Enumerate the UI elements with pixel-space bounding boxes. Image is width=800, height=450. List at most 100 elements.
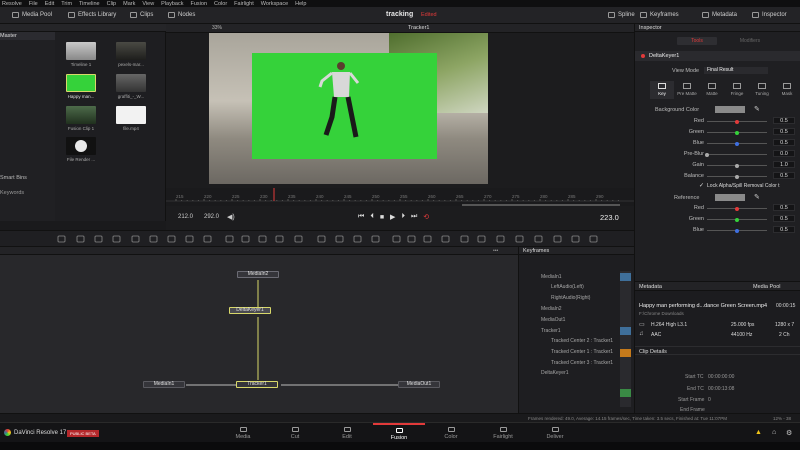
bin-master[interactable]: Master <box>0 32 55 40</box>
menu-file[interactable]: File <box>29 1 38 7</box>
key-param-value-field[interactable]: 0.5 <box>773 128 795 135</box>
tab-tools[interactable]: Tools <box>677 37 717 45</box>
key-param-slider[interactable] <box>707 163 767 168</box>
node-tracker1[interactable]: Tracker1 <box>236 381 278 388</box>
clip-thumbnail[interactable] <box>116 42 146 60</box>
node-enabled-icon[interactable] <box>641 54 645 58</box>
metadata-source[interactable]: Media Pool <box>753 284 781 290</box>
media-pool-button[interactable]: Media Pool <box>12 12 52 18</box>
reference-color-swatch[interactable] <box>715 194 745 201</box>
reference-eyedropper-icon[interactable]: ✎ <box>754 193 760 201</box>
key-param-slider[interactable] <box>707 119 767 124</box>
menu-clip[interactable]: Clip <box>107 1 116 7</box>
keyframe-track-label[interactable]: MediaIn1 <box>541 274 562 280</box>
view-mode-select[interactable]: Final Result <box>704 67 768 74</box>
clip-thumbnail[interactable] <box>116 74 146 92</box>
menu-mark[interactable]: Mark <box>123 1 135 7</box>
reference-param-slider[interactable] <box>707 206 767 211</box>
key-param-slider-handle[interactable] <box>705 152 709 157</box>
render-end[interactable]: 292.0 <box>204 214 219 220</box>
render-start[interactable]: 212.0 <box>178 214 193 220</box>
page-tab-cut[interactable]: Cut <box>269 423 321 443</box>
key-param-slider-handle[interactable] <box>735 163 739 168</box>
key-param-value-field[interactable]: 0.5 <box>773 117 795 124</box>
reference-param-slider[interactable] <box>707 228 767 233</box>
menu-resolve[interactable]: Resolve <box>2 1 22 7</box>
menu-trim[interactable]: Trim <box>61 1 72 7</box>
key-param-value-field[interactable]: 0.5 <box>773 139 795 146</box>
key-param-slider-handle[interactable] <box>735 174 739 179</box>
clip-thumbnail[interactable] <box>66 106 96 124</box>
reference-param-slider-handle[interactable] <box>735 217 739 222</box>
page-tab-deliver[interactable]: Deliver <box>529 423 581 443</box>
current-frame[interactable]: 223.0 <box>600 213 619 222</box>
clip-thumbnail[interactable] <box>66 42 96 60</box>
subtab-mask[interactable]: Mask <box>775 81 799 99</box>
inspector-button[interactable]: Inspector <box>752 12 787 18</box>
reference-param-slider-handle[interactable] <box>735 206 739 211</box>
menu-edit[interactable]: Edit <box>45 1 54 7</box>
keyframe-track-label[interactable]: LeftAudio(Left) <box>551 284 584 290</box>
stop-icon[interactable]: ■ <box>380 214 384 221</box>
step-back-icon[interactable]: ⏴ <box>370 213 374 221</box>
page-tab-color[interactable]: Color <box>425 423 477 443</box>
smart-bin-keywords[interactable]: Keywords <box>0 190 24 196</box>
smart-bins[interactable]: Smart Bins <box>0 175 27 181</box>
subtab-matte[interactable]: Matte <box>700 81 724 99</box>
zoom-level[interactable]: 33% <box>212 25 222 31</box>
home-icon[interactable]: ⌂ <box>772 429 776 436</box>
warning-icon[interactable]: ▲ <box>755 429 762 436</box>
key-param-slider-handle[interactable] <box>735 119 739 124</box>
reference-param-value-field[interactable]: 0.5 <box>773 226 795 233</box>
menu-fusion[interactable]: Fusion <box>191 1 208 7</box>
key-param-slider[interactable] <box>707 174 767 179</box>
reference-param-slider[interactable] <box>707 217 767 222</box>
page-tab-fusion[interactable]: Fusion <box>373 423 425 443</box>
keyframe-track-label[interactable]: Tracker1 <box>541 328 561 334</box>
fusion-tool-icons[interactable] <box>0 231 634 248</box>
key-param-slider-handle[interactable] <box>735 130 739 135</box>
page-tab-edit[interactable]: Edit <box>321 423 373 443</box>
keyframe-track-label[interactable]: DeltaKeyer1 <box>541 370 569 376</box>
menu-view[interactable]: View <box>142 1 154 7</box>
subtab-key[interactable]: Key <box>650 81 674 99</box>
metadata-button[interactable]: Metadata <box>702 12 737 18</box>
audio-icon[interactable]: ◀) <box>227 213 235 221</box>
step-forward-icon[interactable]: ⏵ <box>401 213 405 221</box>
go-to-end-icon[interactable]: ⏭ <box>411 213 417 221</box>
reference-param-slider-handle[interactable] <box>735 228 739 233</box>
key-param-value-field[interactable]: 0.5 <box>773 172 795 179</box>
key-param-slider[interactable] <box>707 130 767 135</box>
eyedropper-icon[interactable]: ✎ <box>754 105 760 113</box>
page-tab-media[interactable]: Media <box>217 423 269 443</box>
settings-gear-icon[interactable]: ⚙ <box>786 429 792 437</box>
keyframe-block[interactable] <box>620 349 631 357</box>
node-mediain2[interactable]: MediaIn2 <box>237 271 279 278</box>
background-color-swatch[interactable] <box>715 106 745 113</box>
clip-thumbnail[interactable] <box>116 106 146 124</box>
page-tab-fairlight[interactable]: Fairlight <box>477 423 529 443</box>
go-to-start-icon[interactable]: ⏮ <box>358 213 364 221</box>
keyframe-block[interactable] <box>620 273 631 281</box>
nodes-button[interactable]: Nodes <box>168 12 195 18</box>
keyframes-button[interactable]: Keyframes <box>640 12 679 18</box>
node-mediaout1[interactable]: MediaOut1 <box>398 381 440 388</box>
clip-details-section[interactable]: Clip Details <box>635 346 800 355</box>
key-param-slider[interactable] <box>705 152 767 157</box>
tab-modifiers[interactable]: Modifiers <box>730 37 770 45</box>
effects-library-button[interactable]: Effects Library <box>68 12 116 18</box>
time-ruler[interactable]: 215 220 225 230 235 240 245 250 255 260 265 270 275 2… <box>166 188 634 206</box>
keyframe-block[interactable] <box>620 389 631 397</box>
keyframe-track-label[interactable]: MediaIn2 <box>541 306 562 312</box>
subtab-pre-matte[interactable]: Pre Matte <box>675 81 699 99</box>
keyframe-track-label[interactable]: RightAudio(Right) <box>551 295 590 301</box>
subtab-tuning[interactable]: Tuning <box>750 81 774 99</box>
subtab-fringe[interactable]: Fringe <box>725 81 749 99</box>
menu-timeline[interactable]: Timeline <box>79 1 100 7</box>
keyframe-track-label[interactable]: Tracked Center 2 : Tracker1 <box>551 338 613 344</box>
loop-icon[interactable]: ⟲ <box>423 213 429 221</box>
key-param-value-field[interactable]: 0.0 <box>773 150 795 157</box>
node-header[interactable]: DeltaKeyer1 <box>635 51 800 61</box>
clip-thumbnail-selected[interactable] <box>66 74 96 92</box>
node-mediain1[interactable]: MediaIn1 <box>143 381 185 388</box>
